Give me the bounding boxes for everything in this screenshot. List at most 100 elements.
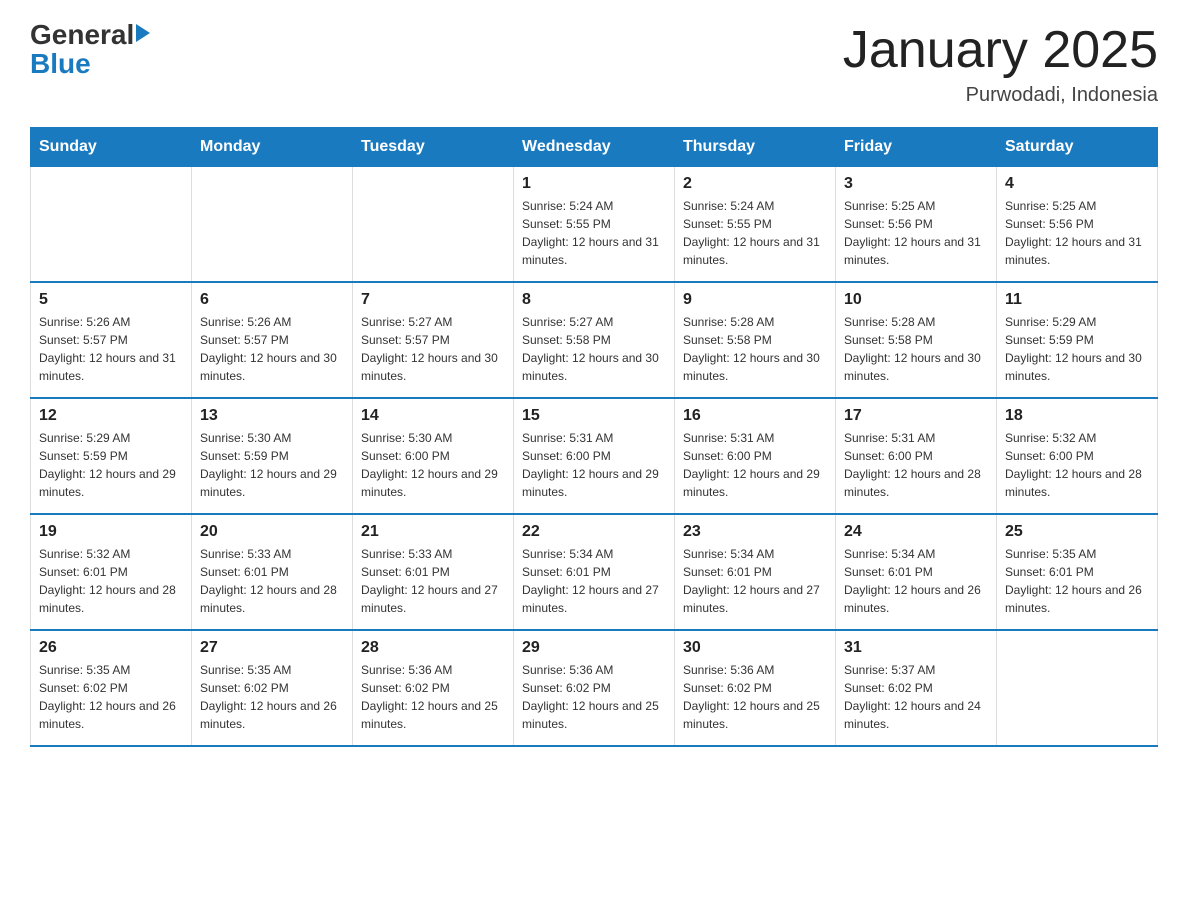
day-number: 24: [844, 523, 988, 541]
day-info: Sunrise: 5:32 AMSunset: 6:01 PMDaylight:…: [39, 545, 183, 617]
day-number: 20: [200, 523, 344, 541]
day-info: Sunrise: 5:27 AMSunset: 5:57 PMDaylight:…: [361, 313, 505, 385]
day-number: 23: [683, 523, 827, 541]
calendar-cell: [997, 630, 1158, 746]
day-number: 30: [683, 639, 827, 657]
title-block: January 2025 Purwodadi, Indonesia: [843, 20, 1158, 107]
day-number: 27: [200, 639, 344, 657]
day-info: Sunrise: 5:29 AMSunset: 5:59 PMDaylight:…: [39, 429, 183, 501]
calendar-week-1: 1 Sunrise: 5:24 AMSunset: 5:55 PMDaylight…: [31, 167, 1158, 283]
day-info: Sunrise: 5:26 AMSunset: 5:57 PMDaylight:…: [200, 313, 344, 385]
day-info: Sunrise: 5:28 AMSunset: 5:58 PMDaylight:…: [844, 313, 988, 385]
day-number: 10: [844, 291, 988, 309]
calendar-cell: 3 Sunrise: 5:25 AMSunset: 5:56 PMDaylight…: [836, 167, 997, 283]
header-monday: Monday: [192, 128, 353, 167]
calendar-cell: 10 Sunrise: 5:28 AMSunset: 5:58 PMDayligh…: [836, 282, 997, 398]
day-number: 22: [522, 523, 666, 541]
header-friday: Friday: [836, 128, 997, 167]
header-saturday: Saturday: [997, 128, 1158, 167]
header-wednesday: Wednesday: [514, 128, 675, 167]
day-number: 18: [1005, 407, 1149, 425]
calendar-subtitle: Purwodadi, Indonesia: [843, 84, 1158, 107]
calendar-cell: 14Sunrise: 5:30 AMSunset: 6:00 PMDayligh…: [353, 398, 514, 514]
day-number: 28: [361, 639, 505, 657]
day-info: Sunrise: 5:35 AMSunset: 6:02 PMDaylight:…: [200, 661, 344, 733]
calendar-cell: 26 Sunrise: 5:35 AMSunset: 6:02 PMDayligh…: [31, 630, 192, 746]
day-info: Sunrise: 5:24 AMSunset: 5:55 PMDaylight:…: [683, 197, 827, 269]
header-thursday: Thursday: [675, 128, 836, 167]
calendar-cell: 25Sunrise: 5:35 AMSunset: 6:01 PMDayligh…: [997, 514, 1158, 630]
day-info: Sunrise: 5:34 AMSunset: 6:01 PMDaylight:…: [844, 545, 988, 617]
day-number: 16: [683, 407, 827, 425]
logo-text-accent: Blue: [30, 48, 91, 79]
day-info: Sunrise: 5:37 AMSunset: 6:02 PMDaylight:…: [844, 661, 988, 733]
day-number: 15: [522, 407, 666, 425]
logo: General Blue: [30, 20, 150, 80]
calendar-cell: [31, 167, 192, 283]
calendar-cell: 8 Sunrise: 5:27 AMSunset: 5:58 PMDaylight…: [514, 282, 675, 398]
calendar-cell: 11 Sunrise: 5:29 AMSunset: 5:59 PMDayligh…: [997, 282, 1158, 398]
calendar-header: Sunday Monday Tuesday Wednesday Thursday…: [31, 128, 1158, 167]
day-info: Sunrise: 5:35 AMSunset: 6:02 PMDaylight:…: [39, 661, 183, 733]
day-info: Sunrise: 5:24 AMSunset: 5:55 PMDaylight:…: [522, 197, 666, 269]
calendar-table: Sunday Monday Tuesday Wednesday Thursday…: [30, 127, 1158, 747]
calendar-cell: 20 Sunrise: 5:33 AMSunset: 6:01 PMDayligh…: [192, 514, 353, 630]
day-number: 6: [200, 291, 344, 309]
day-number: 19: [39, 523, 183, 541]
calendar-cell: 1 Sunrise: 5:24 AMSunset: 5:55 PMDaylight…: [514, 167, 675, 283]
calendar-cell: 23Sunrise: 5:34 AMSunset: 6:01 PMDayligh…: [675, 514, 836, 630]
calendar-cell: 9 Sunrise: 5:28 AMSunset: 5:58 PMDaylight…: [675, 282, 836, 398]
calendar-cell: 24 Sunrise: 5:34 AMSunset: 6:01 PMDayligh…: [836, 514, 997, 630]
calendar-cell: 29Sunrise: 5:36 AMSunset: 6:02 PMDayligh…: [514, 630, 675, 746]
day-info: Sunrise: 5:33 AMSunset: 6:01 PMDaylight:…: [200, 545, 344, 617]
day-number: 7: [361, 291, 505, 309]
calendar-title: January 2025: [843, 20, 1158, 80]
calendar-cell: 7 Sunrise: 5:27 AMSunset: 5:57 PMDaylight…: [353, 282, 514, 398]
logo-text-main: General: [30, 20, 134, 51]
calendar-cell: 30Sunrise: 5:36 AMSunset: 6:02 PMDayligh…: [675, 630, 836, 746]
calendar-cell: 12 Sunrise: 5:29 AMSunset: 5:59 PMDayligh…: [31, 398, 192, 514]
day-info: Sunrise: 5:36 AMSunset: 6:02 PMDaylight:…: [361, 661, 505, 733]
calendar-cell: 5Sunrise: 5:26 AMSunset: 5:57 PMDaylight…: [31, 282, 192, 398]
calendar-cell: 21Sunrise: 5:33 AMSunset: 6:01 PMDayligh…: [353, 514, 514, 630]
calendar-week-3: 12 Sunrise: 5:29 AMSunset: 5:59 PMDayligh…: [31, 398, 1158, 514]
calendar-cell: 2 Sunrise: 5:24 AMSunset: 5:55 PMDaylight…: [675, 167, 836, 283]
page-header: General Blue January 2025 Purwodadi, Ind…: [30, 20, 1158, 107]
header-sunday: Sunday: [31, 128, 192, 167]
day-number: 26: [39, 639, 183, 657]
calendar-cell: [353, 167, 514, 283]
day-number: 8: [522, 291, 666, 309]
day-number: 4: [1005, 175, 1149, 193]
day-info: Sunrise: 5:27 AMSunset: 5:58 PMDaylight:…: [522, 313, 666, 385]
header-row: Sunday Monday Tuesday Wednesday Thursday…: [31, 128, 1158, 167]
day-info: Sunrise: 5:32 AMSunset: 6:00 PMDaylight:…: [1005, 429, 1149, 501]
day-info: Sunrise: 5:29 AMSunset: 5:59 PMDaylight:…: [1005, 313, 1149, 385]
day-info: Sunrise: 5:25 AMSunset: 5:56 PMDaylight:…: [844, 197, 988, 269]
calendar-week-2: 5Sunrise: 5:26 AMSunset: 5:57 PMDaylight…: [31, 282, 1158, 398]
day-number: 11: [1005, 291, 1149, 309]
calendar-week-4: 19 Sunrise: 5:32 AMSunset: 6:01 PMDayligh…: [31, 514, 1158, 630]
calendar-body: 1 Sunrise: 5:24 AMSunset: 5:55 PMDaylight…: [31, 167, 1158, 747]
day-number: 3: [844, 175, 988, 193]
day-number: 14: [361, 407, 505, 425]
day-number: 29: [522, 639, 666, 657]
day-info: Sunrise: 5:34 AMSunset: 6:01 PMDaylight:…: [522, 545, 666, 617]
calendar-cell: 17Sunrise: 5:31 AMSunset: 6:00 PMDayligh…: [836, 398, 997, 514]
calendar-cell: 22 Sunrise: 5:34 AMSunset: 6:01 PMDayligh…: [514, 514, 675, 630]
day-info: Sunrise: 5:30 AMSunset: 5:59 PMDaylight:…: [200, 429, 344, 501]
day-number: 1: [522, 175, 666, 193]
calendar-cell: 16Sunrise: 5:31 AMSunset: 6:00 PMDayligh…: [675, 398, 836, 514]
calendar-cell: 28 Sunrise: 5:36 AMSunset: 6:02 PMDayligh…: [353, 630, 514, 746]
day-info: Sunrise: 5:28 AMSunset: 5:58 PMDaylight:…: [683, 313, 827, 385]
day-info: Sunrise: 5:26 AMSunset: 5:57 PMDaylight:…: [39, 313, 183, 385]
day-number: 9: [683, 291, 827, 309]
calendar-week-5: 26 Sunrise: 5:35 AMSunset: 6:02 PMDayligh…: [31, 630, 1158, 746]
calendar-cell: 27 Sunrise: 5:35 AMSunset: 6:02 PMDayligh…: [192, 630, 353, 746]
day-number: 2: [683, 175, 827, 193]
day-number: 12: [39, 407, 183, 425]
day-number: 21: [361, 523, 505, 541]
calendar-cell: 6 Sunrise: 5:26 AMSunset: 5:57 PMDaylight…: [192, 282, 353, 398]
day-number: 31: [844, 639, 988, 657]
header-tuesday: Tuesday: [353, 128, 514, 167]
day-number: 25: [1005, 523, 1149, 541]
